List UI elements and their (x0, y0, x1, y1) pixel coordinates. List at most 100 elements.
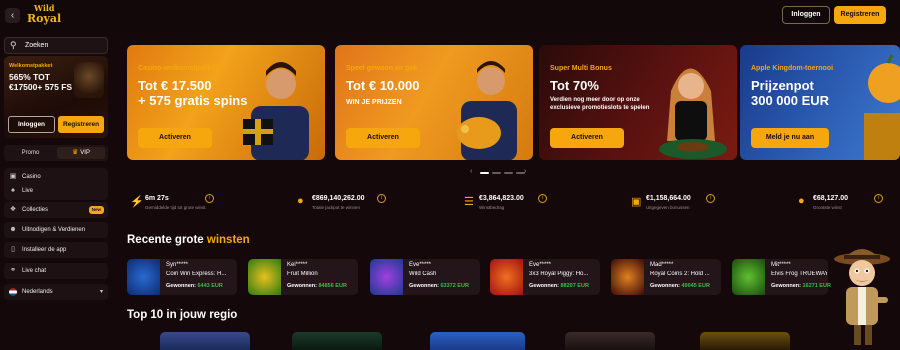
win-user: Kei***** (287, 262, 308, 268)
recent-win-card[interactable]: Eve***** Wild Cash Gewonnen: 63372 EUR (370, 259, 480, 295)
top10-game-tile[interactable] (160, 332, 250, 350)
stat-label: Grootste winst (813, 205, 842, 210)
win-amount: 16271 EUR (802, 283, 831, 289)
banner-super-multi-bonus[interactable]: Super Multi Bonus Tot 70% Verdien nog me… (539, 45, 737, 160)
top10-game-tile[interactable] (430, 332, 525, 350)
crown-icon: ♛ (72, 149, 79, 156)
promo-vip-tabs: Promo ♛ VIP (4, 145, 108, 161)
logo-line2: Royal (27, 12, 62, 25)
stat-label: Winstbedrag (479, 205, 505, 210)
promo-register-button[interactable]: Registreren (58, 116, 104, 133)
coins-icon: ☰ (464, 196, 474, 208)
woman-roulette-illustration (659, 68, 727, 159)
stat-total-jackpot: ● €869,140,262.00 Totale jackpot te winn… (297, 193, 387, 215)
info-icon[interactable]: i (874, 194, 883, 203)
recent-win-card[interactable]: Mit***** Elvis Frog TRUEWAYS Gewonnen: 1… (732, 259, 831, 295)
recent-win-card[interactable]: Eve***** 3x3 Royal Piggy: Ho... Gewonnen… (490, 259, 600, 295)
top10-game-tile[interactable] (700, 332, 790, 350)
carousel-dot-active[interactable] (480, 172, 489, 174)
win-amount: 49045 EUR (681, 283, 710, 289)
win-game: 3x3 Royal Piggy: Ho... (529, 271, 589, 277)
sidebar-item-label: Live (22, 188, 34, 194)
login-button[interactable]: Inloggen (782, 6, 830, 24)
carousel-dot[interactable] (492, 172, 501, 174)
promo-login-button[interactable]: Inloggen (8, 116, 55, 133)
sidebar-item-collections[interactable]: ❖ Collecties New (4, 203, 108, 217)
won-label: Gewonnen: (650, 283, 680, 289)
stat-label: Totale jackpot te winnen (312, 205, 361, 210)
recent-win-card[interactable]: Mad***** Royal Coins 2: Hold ... Gewonne… (611, 259, 721, 295)
sidebar-item-live-chat[interactable]: ⚭ Live chat (4, 264, 108, 278)
win-amount: 63372 EUR (440, 283, 469, 289)
banner-play-and-win[interactable]: Speel gewoon en pak Tot € 10.000 WIN JE … (335, 45, 533, 160)
sidebar-item-casino[interactable]: ▣ Casino (4, 170, 108, 184)
top10-game-tile[interactable] (565, 332, 655, 350)
activate-button[interactable]: Activeren (550, 128, 624, 148)
game-thumbnail (732, 259, 765, 295)
carousel-prev-icon[interactable]: ‹ (470, 168, 472, 175)
info-icon[interactable]: i (377, 194, 386, 203)
win-amount-row: Gewonnen: 63372 EUR (409, 283, 469, 289)
info-icon[interactable]: i (706, 194, 715, 203)
top10-game-tile[interactable] (292, 332, 382, 350)
activate-button[interactable]: Activeren (346, 128, 420, 148)
search-input[interactable]: ⚲ Zoeken (4, 37, 108, 54)
gift-icon: ▣ (631, 196, 642, 208)
tab-vip-label: VIP (80, 150, 90, 156)
stat-value: €869,140,262.00 (312, 195, 365, 202)
banner-headline: Tot € 17.500 + 575 gratis spins (138, 78, 268, 108)
win-amount-row: Gewonnen: 88207 EUR (529, 283, 589, 289)
logo[interactable]: Wild Royal (27, 3, 61, 27)
sidebar-item-label: Collecties (22, 207, 49, 213)
search-icon: ⚲ (10, 40, 17, 50)
sidebar-item-invite[interactable]: ☻ Uitnodigen & Verdienen (4, 223, 108, 237)
sidebar-item-language[interactable]: Nederlands ▾ (4, 285, 108, 299)
banner-subtitle: Verdien nog meer door op onze exclusieve… (550, 97, 650, 111)
language-selector[interactable]: Nederlands ▾ (4, 284, 108, 300)
info-icon[interactable]: i (205, 194, 214, 203)
explorer-mascot-icon[interactable] (828, 245, 894, 350)
banner-headline-line2: 300 000 EUR (751, 93, 830, 108)
chat-icon: ⚭ (10, 267, 16, 274)
banner-casino-welcome[interactable]: Casino-welkomstpakket Tot € 17.500 + 575 … (127, 45, 325, 160)
back-icon[interactable]: ‹ (5, 8, 20, 23)
tab-vip[interactable]: ♛ VIP (57, 147, 105, 159)
win-amount-row: Gewonnen: 84856 EUR (287, 283, 347, 289)
top10-title: Top 10 in jouw regio (127, 309, 238, 321)
slot-icon: ▣ (9, 173, 17, 180)
sidebar-item-label: Casino (22, 174, 41, 180)
banner-tag: Speel gewoon en pak (346, 65, 418, 72)
activate-button[interactable]: Activeren (138, 128, 212, 148)
sidebar-item-live[interactable]: ♠ Live (4, 184, 108, 198)
money-bag-icon: ● (798, 195, 805, 207)
won-label: Gewonnen: (409, 283, 439, 289)
win-amount-row: Gewonnen: 49045 EUR (650, 283, 710, 289)
carousel-next-icon[interactable]: › (524, 168, 526, 175)
carousel-dot[interactable] (504, 172, 513, 174)
stat-label: Gemiddelde tijd tot grote winst (145, 205, 206, 210)
search-placeholder: Zoeken (25, 42, 49, 49)
register-button[interactable]: Registreren (834, 6, 886, 24)
welcome-promo-card[interactable]: Welkomstpakket 565% TOT €17500+ 575 FS I… (4, 56, 108, 138)
banner-headline: Prijzenpot 300 000 EUR (751, 78, 881, 108)
stat-win-amount: ☰ €3,864,823.00 Winstbedrag i (464, 193, 554, 215)
recent-win-card[interactable]: Syn***** Coin Win Express: H... Gewonnen… (127, 259, 237, 295)
sidebar-item-install-app[interactable]: ▯ Installeer de app (4, 243, 108, 257)
stat-value: 6m 27s (145, 195, 169, 202)
win-game: Elvis Frog TRUEWAYS (771, 271, 827, 277)
stat-bonuses: ▣ €1,158,664.00 Uitgegeven bonussen i (631, 193, 721, 215)
nav-group-chat: ⚭ Live chat (4, 263, 108, 279)
win-amount-row: Gewonnen: 6443 EUR (166, 283, 223, 289)
tab-promo[interactable]: Promo (7, 147, 54, 159)
recent-wins-title-part2: winsten (206, 234, 250, 246)
register-tournament-button[interactable]: Meld je nu aan (751, 128, 829, 148)
top-bar: ‹ Wild Royal Inloggen Registreren (0, 0, 900, 32)
banner-headline-line1: Tot € 17.500 (138, 78, 212, 93)
recent-wins-title: Recente grote winsten (127, 234, 250, 246)
recent-win-card[interactable]: Kei***** Fruit Million Gewonnen: 84856 E… (248, 259, 358, 295)
user-plus-icon: ☻ (9, 226, 17, 233)
banner-apple-kingdom[interactable]: Apple Kingdom-toernooi Prijzenpot 300 000… (740, 45, 900, 160)
info-icon[interactable]: i (538, 194, 547, 203)
nav-group-games: ▣ Casino ♠ Live (4, 168, 108, 200)
puzzle-icon: ❖ (9, 206, 17, 213)
